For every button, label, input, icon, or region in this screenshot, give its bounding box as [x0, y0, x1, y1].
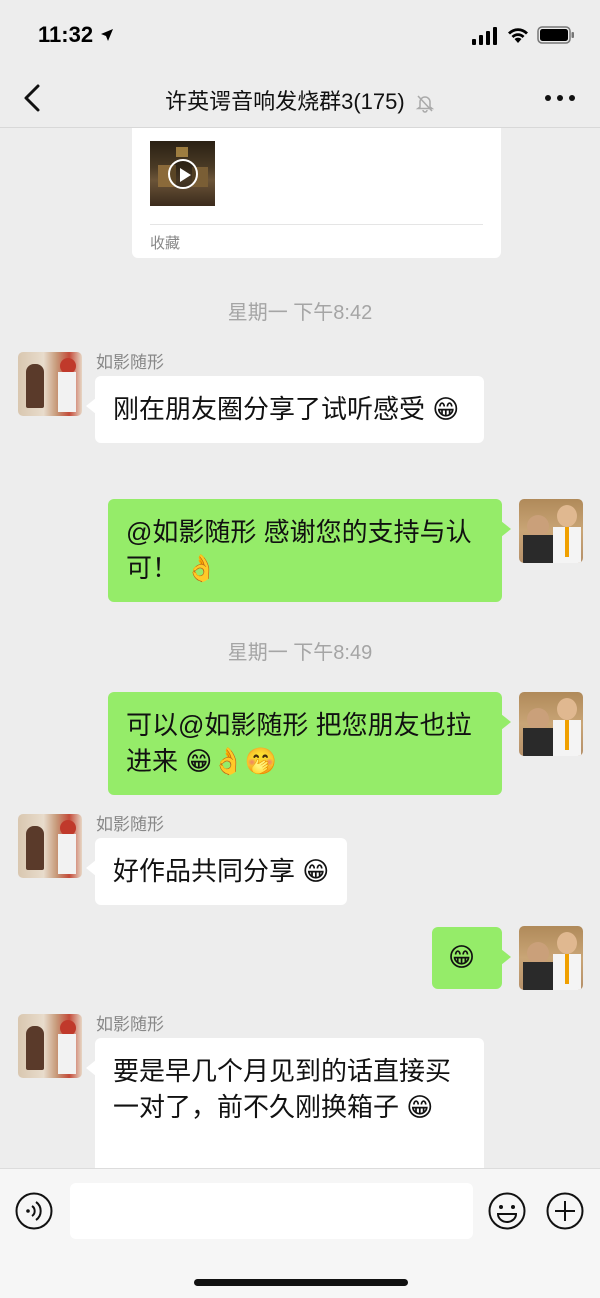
avatar[interactable] [519, 692, 583, 756]
message-text: 可以@如影随形 把您朋友也拉进来 [126, 710, 472, 776]
message-bubble[interactable]: 😁 [432, 927, 511, 989]
message-text: @如影随形 感谢您的支持与认可！ [126, 517, 472, 583]
sender-name: 如影随形 [96, 353, 164, 372]
message-bubble[interactable]: @如影随形 感谢您的支持与认可！ 👌 [108, 499, 511, 602]
avatar[interactable] [18, 814, 82, 878]
sender-name: 如影随形 [96, 815, 164, 834]
wifi-icon [508, 28, 528, 43]
chat-area[interactable]: 收藏 星期一 下午8:42 如影随形 刚在朋友圈分享了试听感受 😁 @如影随形 … [0, 128, 600, 1168]
timestamp: 星期一 下午8:42 [227, 302, 373, 324]
message-bubble[interactable]: 好作品共同分享 😁 [85, 838, 348, 905]
status-bar: 11:32 [0, 0, 600, 70]
more-dots-icon[interactable] [540, 84, 580, 112]
play-icon[interactable] [168, 159, 198, 189]
plus-circle-icon[interactable] [545, 1191, 585, 1231]
avatar[interactable] [18, 352, 82, 416]
card-divider [150, 224, 483, 225]
message-bubble[interactable]: 刚在朋友圈分享了试听感受 😁 [86, 376, 484, 443]
message-input[interactable] [70, 1183, 473, 1239]
bell-slash-icon [415, 95, 435, 113]
message-bubble[interactable]: 要是早几个月见到的话直接买一对了，前不久刚换箱子 😁 [86, 1038, 484, 1168]
smiley-icon[interactable] [487, 1191, 527, 1231]
emoji-sequence: 😁👌🤭 [185, 747, 278, 777]
cellular-signal-icon [472, 27, 497, 45]
status-time: 11:32 [38, 22, 94, 47]
location-arrow-icon [101, 29, 113, 41]
group-name: 许英谔音响发烧群3(175) [165, 89, 405, 114]
emoji-ok-hand: 👌 [185, 554, 218, 584]
avatar[interactable] [18, 1014, 82, 1078]
video-thumbnail[interactable] [150, 141, 215, 206]
emoji-grin: 😁 [406, 1093, 434, 1123]
sender-name: 如影随形 [96, 1015, 164, 1034]
favorite-label: 收藏 [150, 235, 181, 252]
avatar[interactable] [519, 499, 583, 563]
message-bubble[interactable]: 可以@如影随形 把您朋友也拉进来 😁👌🤭 [108, 692, 511, 795]
emoji-grin: 😁 [432, 395, 460, 425]
message-text: 刚在朋友圈分享了试听感受 [113, 394, 426, 424]
input-bar [0, 1168, 600, 1298]
message-text: 要是早几个月见到的话直接买一对了，前不久刚换箱子 [113, 1056, 452, 1122]
emoji-grin: 😁 [302, 857, 330, 887]
emoji-grin: 😁 [448, 943, 476, 973]
avatar[interactable] [519, 926, 583, 990]
nav-bar: 许英谔音响发烧群3(175) [0, 70, 600, 128]
chat-title: 许英谔音响发烧群3(175) [0, 84, 600, 116]
timestamp: 星期一 下午8:49 [227, 642, 373, 664]
battery-icon [537, 26, 574, 44]
message-text: 好作品共同分享 [113, 856, 296, 886]
home-indicator[interactable] [194, 1279, 408, 1286]
voice-icon[interactable] [14, 1191, 54, 1231]
favorite-video-card[interactable]: 收藏 [132, 128, 501, 258]
